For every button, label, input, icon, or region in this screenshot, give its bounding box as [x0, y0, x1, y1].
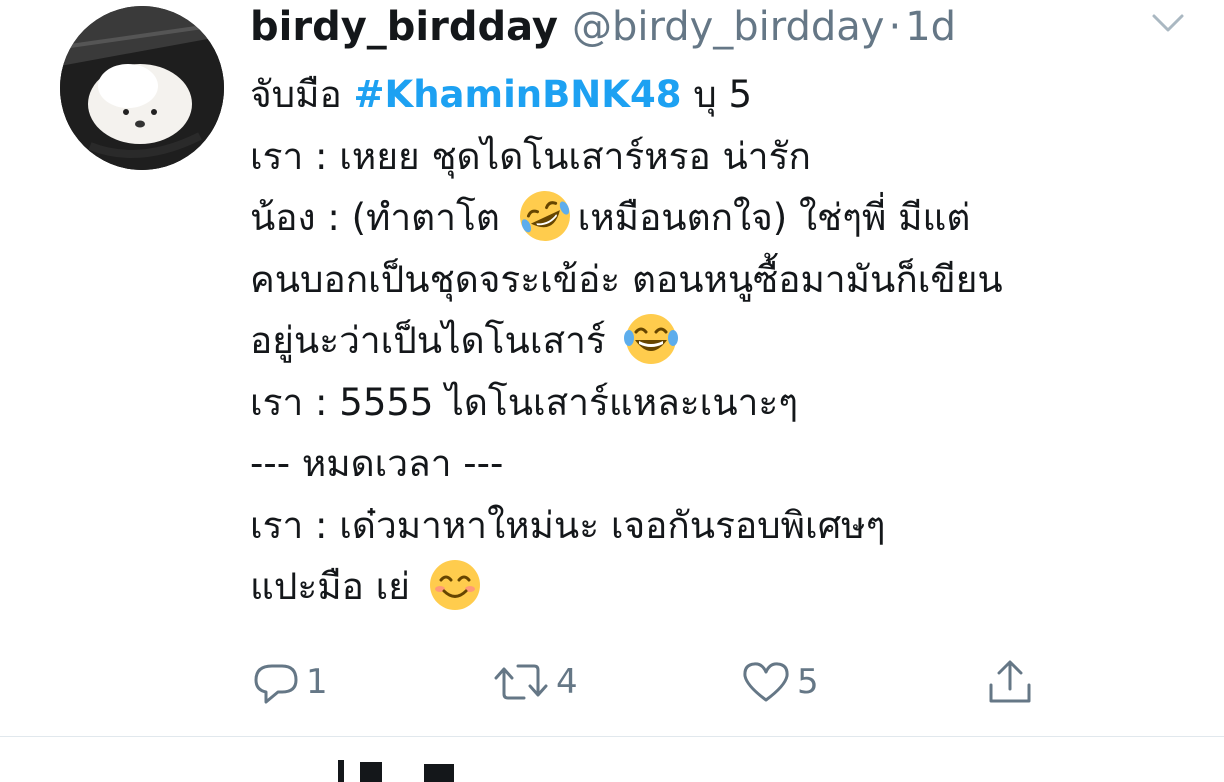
rofl-emoji-icon — [516, 187, 574, 245]
like-button[interactable]: 5 — [741, 650, 819, 714]
tweet-text: จับมือ #KhaminBNK48 บุ 5 เรา : เหยย ชุดไ… — [250, 64, 1210, 618]
like-count: 5 — [797, 662, 819, 702]
share-button[interactable] — [986, 650, 1034, 714]
tweet-line: เรา : เหยย ชุดไดโนเสาร์หรอ น่ารัก — [250, 134, 811, 178]
display-name[interactable]: birdy_birdday — [250, 2, 558, 52]
retweet-count: 4 — [556, 662, 578, 702]
tweet-divider — [0, 736, 1224, 737]
tweet-line: เรา : เด๋วมาหาใหม่นะ เจอกันรอบพิเศษๆ — [250, 503, 886, 547]
timestamp[interactable]: 1d — [905, 2, 956, 52]
next-tweet-peek — [320, 752, 500, 782]
tweet-line: แปะมือ เย่ — [250, 556, 1210, 618]
tweet-line: เรา : 5555 ไดโนเสาร์แหละเนาะๆ — [250, 380, 799, 424]
hashtag-link[interactable]: #KhaminBNK48 — [354, 73, 682, 116]
chevron-down-icon[interactable] — [1150, 8, 1186, 38]
line-text: อยู่นะว่าเป็นไดโนเสาร์ — [250, 319, 618, 362]
tweet-line: น้อง : (ทำตาโต เหมือนตกใจ) ใช่ๆพี่ มีแต่ — [250, 187, 1210, 249]
reply-count: 1 — [306, 662, 328, 702]
smile-emoji-icon — [426, 556, 484, 614]
avatar[interactable] — [60, 6, 224, 170]
avatar-image — [60, 6, 224, 170]
tweet-line: จับมือ #KhaminBNK48 บุ 5 — [250, 64, 1210, 126]
line-text: น้อง : (ทำตาโต — [250, 196, 512, 239]
tweet-line: คนบอกเป็นชุดจระเข้อ่ะ ตอนหนูซื้อมามันก็เ… — [250, 257, 1003, 301]
retweet-button[interactable]: 4 — [492, 650, 578, 714]
separator-dot: · — [888, 4, 902, 50]
reply-icon — [252, 658, 300, 706]
user-handle[interactable]: @birdy_birdday — [572, 2, 885, 52]
line-text: บุ 5 — [681, 73, 752, 116]
retweet-icon — [492, 658, 550, 706]
tweet-line: --- หมดเวลา --- — [250, 442, 504, 485]
tweet-line: อยู่นะว่าเป็นไดโนเสาร์ — [250, 310, 1210, 372]
heart-icon — [741, 658, 791, 706]
tweet-header: birdy_birdday @birdy_birdday · 1d — [250, 2, 956, 52]
joy-emoji-icon — [622, 310, 680, 368]
line-text: เหมือนตกใจ) ใช่ๆพี่ มีแต่ — [577, 196, 971, 239]
line-text: จับมือ — [250, 73, 354, 116]
line-text: แปะมือ เย่ — [250, 565, 422, 608]
reply-button[interactable]: 1 — [252, 650, 328, 714]
share-icon — [986, 657, 1034, 707]
tweet-actions: 1 4 5 — [0, 650, 1224, 714]
